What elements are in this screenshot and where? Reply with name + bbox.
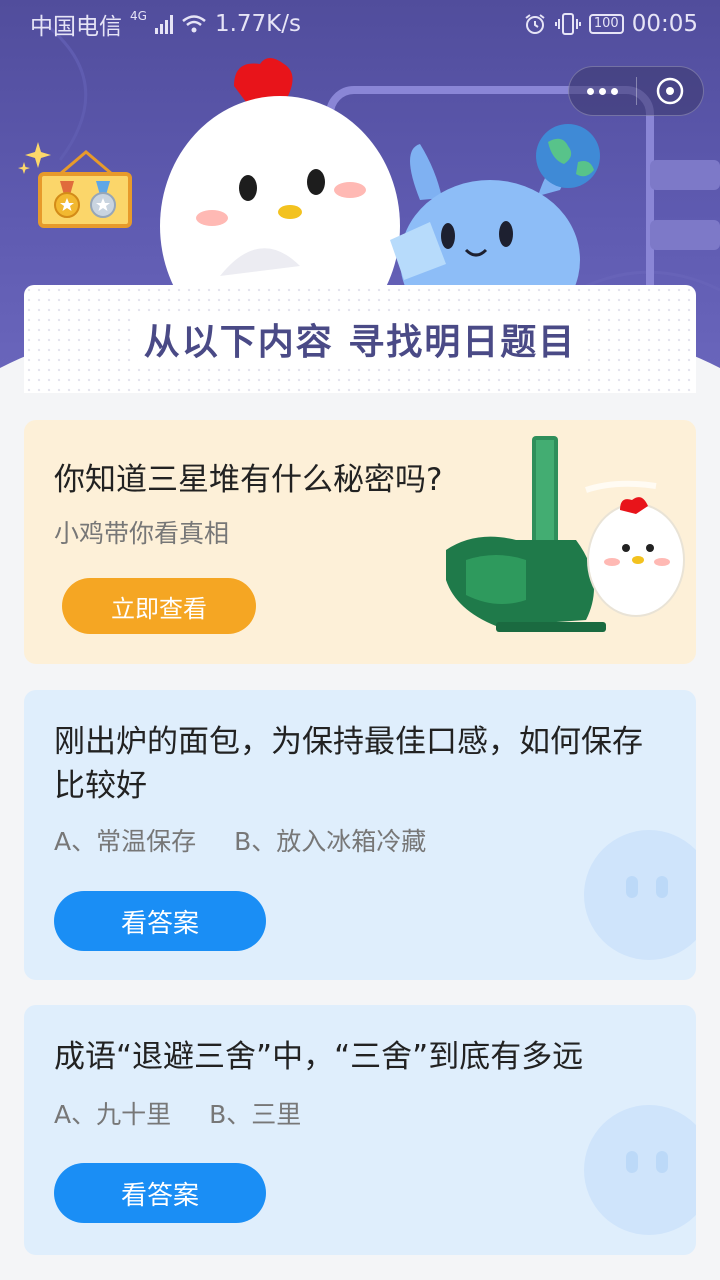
wifi-icon	[182, 15, 206, 33]
network-type: 4G	[130, 9, 147, 23]
silver-medal-icon	[90, 181, 116, 218]
promo-subtitle: 小鸡带你看真相	[54, 519, 230, 548]
ghost-watermark-icon	[584, 1105, 696, 1235]
battery-level: 100	[593, 16, 619, 31]
option-a: A、常温保存	[54, 827, 197, 856]
chicken-mascot-illustration	[160, 58, 400, 306]
question-title: 刚出炉的面包，为保持最佳口感，如何保存比较好	[54, 724, 643, 804]
promo-title: 你知道三星堆有什么秘密吗?	[54, 462, 443, 498]
question-title: 成语“退避三舍”中，“三舍”到底有多远	[54, 1039, 584, 1075]
question-card: 刚出炉的面包，为保持最佳口感，如何保存比较好 A、常温保存 B、放入冰箱冷藏 看…	[24, 690, 696, 980]
globe-planet-icon	[536, 124, 600, 188]
view-now-button[interactable]: 立即查看	[62, 578, 256, 634]
banner-title: 从以下内容 寻找明日题目	[137, 313, 583, 365]
see-answer-button[interactable]: 看答案	[54, 891, 266, 951]
see-answer-button[interactable]: 看答案	[54, 1163, 266, 1223]
medal-board[interactable]	[38, 172, 132, 228]
sanxingdui-bronze-illustration	[446, 436, 685, 632]
clock: 00:05	[631, 11, 698, 37]
alarm-icon	[525, 14, 545, 34]
close-button[interactable]	[637, 67, 703, 115]
option-b: B、三里	[209, 1100, 302, 1129]
battery-icon: 100	[588, 14, 624, 34]
question-options: A、九十里 B、三里	[54, 1095, 301, 1131]
option-b: B、放入冰箱冷藏	[234, 827, 427, 856]
promo-card[interactable]: 你知道三星堆有什么秘密吗? 小鸡带你看真相 立即查看	[24, 420, 696, 664]
vibrate-icon	[554, 13, 581, 35]
question-options: A、常温保存 B、放入冰箱冷藏	[54, 822, 426, 858]
section-banner: 从以下内容 寻找明日题目	[24, 285, 696, 393]
page: 中国电信 4G 1.77K/s 100 00:05 从以下内容 寻找明日题目 你…	[0, 0, 720, 1280]
more-button[interactable]	[569, 67, 636, 115]
question-card: 成语“退避三舍”中，“三舍”到底有多远 A、九十里 B、三里 看答案	[24, 1005, 696, 1255]
status-bar: 中国电信 4G 1.77K/s 100 00:05	[0, 0, 720, 48]
option-a: A、九十里	[54, 1100, 172, 1129]
close-circle-icon	[656, 77, 684, 105]
gold-medal-icon	[54, 181, 80, 218]
network-speed: 1.77K/s	[214, 11, 301, 37]
mini-program-capsule	[568, 66, 704, 116]
ghost-watermark-icon	[584, 830, 696, 960]
signal-icon	[154, 14, 173, 34]
carrier-label: 中国电信	[30, 14, 122, 40]
more-dots-icon	[587, 87, 594, 95]
